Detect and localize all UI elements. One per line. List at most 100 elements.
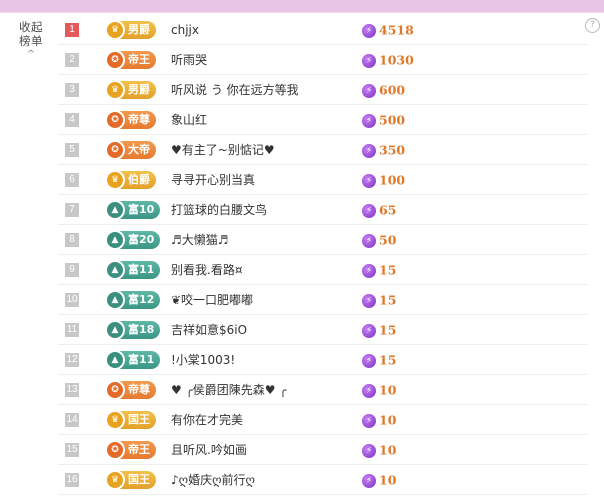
user-name[interactable]: ♥ ╭侯爵团陳先森♥ ╭ bbox=[171, 376, 287, 404]
level-badge-label: 帝王 bbox=[128, 53, 150, 66]
rank-number: 7 bbox=[65, 203, 79, 217]
bolt-icon: ⚡ bbox=[362, 383, 376, 398]
rank-number: 15 bbox=[65, 443, 79, 457]
rank-number: 10 bbox=[65, 293, 79, 307]
leaderboard-row[interactable]: 1 ♛ 男爵 chjjx ⚡ 4518 bbox=[58, 16, 588, 45]
collapse-leaderboard-label[interactable]: 收起榜单 bbox=[14, 20, 48, 48]
score-value: 4518 bbox=[379, 22, 414, 38]
leaderboard-row[interactable]: 4 ✪ 帝尊 象山红 ⚡ 500 bbox=[58, 106, 588, 135]
score-value: 10 bbox=[379, 472, 397, 488]
crown-icon: ♛ bbox=[105, 170, 125, 190]
score-value: 1030 bbox=[379, 52, 414, 68]
score-value: 10 bbox=[379, 382, 397, 398]
level-badge: ♛ 国王 bbox=[105, 410, 156, 430]
user-name[interactable]: 吉祥如意$6iO bbox=[171, 316, 247, 344]
user-name[interactable]: ♪ღ婚庆ღ前行ღ bbox=[171, 466, 255, 494]
contribution-score: ⚡ 15 bbox=[362, 316, 396, 344]
leaderboard-row[interactable]: 7 ▲ 富10 打篮球的白腰文鸟 ⚡ 65 bbox=[58, 196, 588, 225]
leaderboard-row[interactable]: 10 ▲ 富12 ❦咬一口肥嘟嘟 ⚡ 15 bbox=[58, 286, 588, 315]
bolt-icon: ⚡ bbox=[362, 53, 376, 68]
level-badge-label: 富12 bbox=[128, 293, 155, 306]
leaderboard-row[interactable]: 5 ✪ 大帝 ♥有主了~别惦记♥ ⚡ 350 bbox=[58, 136, 588, 165]
level-badge-label: 国王 bbox=[128, 473, 150, 486]
leaderboard-row[interactable]: 3 ♛ 男爵 听风说 う 你在远方等我 ⚡ 600 bbox=[58, 76, 588, 105]
user-name[interactable]: ❦咬一口肥嘟嘟 bbox=[171, 286, 253, 314]
leaderboard-row[interactable]: 2 ✪ 帝王 听雨哭 ⚡ 1030 bbox=[58, 46, 588, 75]
contribution-score: ⚡ 4518 bbox=[362, 16, 414, 44]
contribution-score: ⚡ 350 bbox=[362, 136, 405, 164]
rank-number: 3 bbox=[65, 83, 79, 97]
rank-number: 4 bbox=[65, 113, 79, 127]
level-badge-label: 帝尊 bbox=[128, 383, 150, 396]
user-name[interactable]: chjjx bbox=[171, 16, 199, 44]
contribution-score: ⚡ 500 bbox=[362, 106, 405, 134]
user-name[interactable]: 打篮球的白腰文鸟 bbox=[171, 196, 267, 224]
user-name[interactable]: ♥有主了~别惦记♥ bbox=[171, 136, 275, 164]
leaderboard-row[interactable]: 16 ♛ 国王 ♪ღ婚庆ღ前行ღ ⚡ 10 bbox=[58, 466, 588, 495]
crown-icon: ♛ bbox=[105, 410, 125, 430]
collapse-leaderboard-control[interactable]: 收起榜单 ^ bbox=[14, 20, 48, 60]
level-badge: ✪ 帝尊 bbox=[105, 110, 156, 130]
user-name[interactable]: 别看我.看路¤ bbox=[171, 256, 242, 284]
level-badge: ♛ 男爵 bbox=[105, 20, 156, 40]
leaderboard-row[interactable]: 14 ♛ 国王 有你在才完美 ⚡ 10 bbox=[58, 406, 588, 435]
contribution-score: ⚡ 15 bbox=[362, 256, 396, 284]
wealth-icon: ▲ bbox=[105, 260, 125, 280]
leaderboard-row[interactable]: 9 ▲ 富11 别看我.看路¤ ⚡ 15 bbox=[58, 256, 588, 285]
level-badge-label: 国王 bbox=[128, 413, 150, 426]
user-name[interactable]: !小棠1003! bbox=[171, 346, 235, 374]
rank-number: 16 bbox=[65, 473, 79, 487]
contribution-score: ⚡ 10 bbox=[362, 376, 396, 404]
level-badge-label: 伯爵 bbox=[128, 173, 150, 186]
level-badge: ▲ 富11 bbox=[105, 260, 161, 280]
user-name[interactable]: 象山红 bbox=[171, 106, 207, 134]
score-value: 15 bbox=[379, 352, 397, 368]
score-value: 15 bbox=[379, 292, 397, 308]
level-badge: ▲ 富11 bbox=[105, 350, 161, 370]
wealth-icon: ▲ bbox=[105, 320, 125, 340]
bolt-icon: ⚡ bbox=[362, 173, 376, 188]
leaderboard-row[interactable]: 12 ▲ 富11 !小棠1003! ⚡ 15 bbox=[58, 346, 588, 375]
score-value: 350 bbox=[379, 142, 406, 158]
contribution-score: ⚡ 65 bbox=[362, 196, 396, 224]
leaderboard-row[interactable]: 8 ▲ 富20 ♬大懒猫♬ ⚡ 50 bbox=[58, 226, 588, 255]
bolt-icon: ⚡ bbox=[362, 323, 376, 338]
bolt-icon: ⚡ bbox=[362, 413, 376, 428]
level-badge: ▲ 富12 bbox=[105, 290, 161, 310]
leaderboard-row[interactable]: 13 ✪ 帝尊 ♥ ╭侯爵团陳先森♥ ╭ ⚡ 10 bbox=[58, 376, 588, 405]
user-name[interactable]: 且听风.吟如画 bbox=[171, 436, 247, 464]
contribution-score: ⚡ 10 bbox=[362, 406, 396, 434]
user-name[interactable]: 有你在才完美 bbox=[171, 406, 243, 434]
rank-number: 6 bbox=[65, 173, 79, 187]
level-badge: ✪ 帝尊 bbox=[105, 380, 156, 400]
contribution-score: ⚡ 1030 bbox=[362, 46, 414, 74]
level-badge-label: 帝王 bbox=[128, 443, 150, 456]
chevron-up-icon[interactable]: ^ bbox=[14, 50, 48, 60]
leaderboard-row[interactable]: 6 ♛ 伯爵 寻寻开心别当真 ⚡ 100 bbox=[58, 166, 588, 195]
wealth-icon: ▲ bbox=[105, 230, 125, 250]
leaderboard-row[interactable]: 15 ✪ 帝王 且听风.吟如画 ⚡ 10 bbox=[58, 436, 588, 465]
contribution-score: ⚡ 600 bbox=[362, 76, 405, 104]
user-name[interactable]: 听风说 う 你在远方等我 bbox=[171, 76, 299, 104]
level-badge-label: 富20 bbox=[128, 233, 155, 246]
bolt-icon: ⚡ bbox=[362, 353, 376, 368]
rank-number: 11 bbox=[65, 323, 79, 337]
user-name[interactable]: 听雨哭 bbox=[171, 46, 207, 74]
user-name[interactable]: ♬大懒猫♬ bbox=[171, 226, 229, 254]
rank-number: 9 bbox=[65, 263, 79, 277]
level-badge-label: 帝尊 bbox=[128, 113, 150, 126]
rank-number: 5 bbox=[65, 143, 79, 157]
score-value: 10 bbox=[379, 442, 397, 458]
score-value: 500 bbox=[379, 112, 406, 128]
rank-number: 1 bbox=[65, 23, 79, 37]
level-badge-label: 富11 bbox=[128, 353, 155, 366]
emperor-icon: ✪ bbox=[105, 110, 125, 130]
bolt-icon: ⚡ bbox=[362, 263, 376, 278]
leaderboard-row[interactable]: 11 ▲ 富18 吉祥如意$6iO ⚡ 15 bbox=[58, 316, 588, 345]
level-badge-label: 大帝 bbox=[128, 143, 150, 156]
user-name[interactable]: 寻寻开心别当真 bbox=[171, 166, 255, 194]
contribution-score: ⚡ 100 bbox=[362, 166, 405, 194]
bolt-icon: ⚡ bbox=[362, 83, 376, 98]
emperor-icon: ✪ bbox=[105, 440, 125, 460]
rank-number: 13 bbox=[65, 383, 79, 397]
